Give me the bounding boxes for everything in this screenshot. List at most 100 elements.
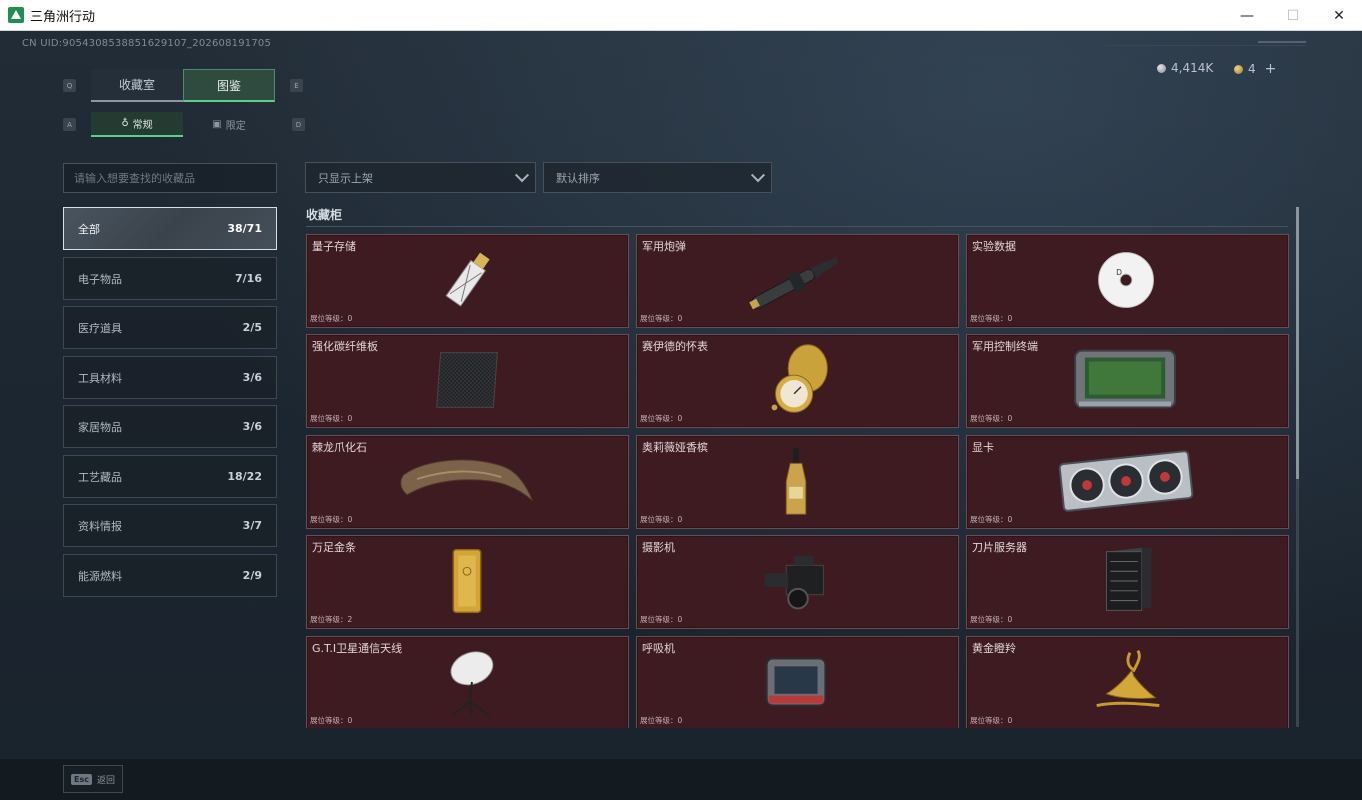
collection-card[interactable]: 军用炮弹 展位等级：0 (636, 234, 959, 328)
item-name: 显卡 (972, 441, 994, 454)
maximize-button[interactable]: ☐ (1270, 0, 1316, 31)
item-level: 展位等级：0 (970, 414, 1013, 423)
item-name: 黄金瞪羚 (972, 642, 1016, 655)
item-name: 刀片服务器 (972, 541, 1027, 554)
item-name: 实验数据 (972, 240, 1016, 253)
tab-label: 收藏室 (118, 78, 155, 92)
category-medical[interactable]: 医疗道具 2/5 (63, 306, 277, 349)
collection-card[interactable]: 军用控制终端 展位等级：0 (966, 334, 1289, 428)
add-currency-button[interactable]: + (1265, 61, 1277, 77)
display-filter-dropdown[interactable]: 只显示上架 (305, 162, 536, 193)
subtab-label: 限定 (225, 121, 246, 132)
item-name: 呼吸机 (642, 642, 675, 655)
item-level: 展位等级：0 (970, 314, 1013, 323)
esc-key-hint: Esc (71, 773, 92, 785)
collection-card[interactable]: 黄金瞪羚 展位等级：0 (966, 636, 1289, 728)
silver-amount: 4,414K (1171, 61, 1214, 75)
tab-collection-room[interactable]: 收藏室 (91, 69, 183, 102)
category-count: 2/9 (242, 569, 262, 582)
category-household[interactable]: 家居物品 3/6 (63, 405, 277, 448)
svg-text:D: D (1116, 268, 1122, 277)
key-hint-d: D (292, 118, 305, 131)
collection-card[interactable]: 量子存储 展位等级：0 (306, 234, 629, 328)
item-level: 展位等级：0 (310, 414, 353, 423)
item-level: 展位等级：0 (640, 414, 683, 423)
subtab-label: 常规 (132, 120, 153, 131)
key-hint-q: Q (63, 79, 76, 92)
category-label: 能源燃料 (78, 569, 122, 583)
tab-catalog[interactable]: 图鉴 (183, 69, 275, 102)
sort-dropdown[interactable]: 默认排序 (543, 162, 772, 193)
category-label: 家居物品 (78, 420, 122, 434)
limited-icon: ▣ (212, 119, 222, 130)
close-button[interactable]: ✕ (1316, 0, 1362, 31)
item-name: 棘龙爪化石 (312, 441, 367, 454)
item-level: 展位等级：0 (640, 314, 683, 323)
currency-gold: 4 + (1234, 61, 1276, 77)
key-hint-e: E (290, 79, 303, 92)
item-name: 赛伊德的怀表 (642, 340, 708, 353)
category-all[interactable]: 全部 38/71 (63, 207, 277, 250)
item-name: 奥莉薇娅香槟 (642, 441, 708, 454)
camera-icon (764, 555, 824, 610)
item-name: 万足金条 (312, 541, 356, 554)
item-name: 军用控制终端 (972, 340, 1038, 353)
dropdown-value: 默认排序 (556, 171, 600, 185)
category-tools[interactable]: 工具材料 3/6 (63, 356, 277, 399)
item-level: 展位等级：0 (640, 716, 683, 725)
search-input[interactable] (63, 163, 277, 193)
window-titlebar: 三角洲行动 — ☐ ✕ (0, 0, 1362, 31)
collection-card[interactable]: 棘龙爪化石 展位等级：0 (306, 435, 629, 529)
collection-card[interactable]: 奥莉薇娅香槟 展位等级：0 (636, 435, 959, 529)
collection-card[interactable]: 赛伊德的怀表 展位等级：0 (636, 334, 959, 428)
category-count: 7/16 (235, 272, 262, 285)
category-count: 3/6 (242, 420, 262, 433)
collection-card[interactable]: D 实验数据 展位等级：0 (966, 234, 1289, 328)
key-hint-a: A (63, 118, 76, 131)
window-controls: — ☐ ✕ (1224, 0, 1362, 31)
item-level: 展位等级：2 (310, 615, 353, 624)
collection-card[interactable]: 万足金条 展位等级：2 (306, 535, 629, 629)
category-electronics[interactable]: 电子物品 7/16 (63, 257, 277, 300)
scrollbar-thumb[interactable] (1296, 207, 1299, 479)
collection-card[interactable]: 摄影机 展位等级：0 (636, 535, 959, 629)
dropdown-value: 只显示上架 (318, 171, 373, 185)
category-energy[interactable]: 能源燃料 2/9 (63, 554, 277, 597)
item-name: 摄影机 (642, 541, 675, 554)
category-label: 资料情报 (78, 519, 122, 533)
collection-card[interactable]: 强化碳纤维板 展位等级：0 (306, 334, 629, 428)
category-count: 18/22 (227, 470, 262, 483)
subtab-regular[interactable]: ♁ 常规 (91, 112, 183, 137)
collection-card[interactable]: 显卡 展位等级：0 (966, 435, 1289, 529)
category-crafts[interactable]: 工艺藏品 18/22 (63, 455, 277, 498)
gold-coin-icon (1234, 64, 1243, 74)
silver-coin-icon (1157, 63, 1166, 73)
section-divider (306, 226, 1288, 227)
category-label: 工具材料 (78, 371, 122, 385)
collection-card[interactable]: G.T.I卫星通信天线 展位等级：0 (306, 636, 629, 728)
minimize-button[interactable]: — (1224, 0, 1270, 31)
section-title: 收藏柜 (306, 208, 343, 222)
currency-silver: 4,414K (1157, 61, 1213, 75)
category-label: 医疗道具 (78, 321, 122, 335)
item-level: 展位等级：0 (310, 515, 353, 524)
item-name: 军用炮弹 (642, 240, 686, 253)
collection-card[interactable]: 刀片服务器 展位等级：0 (966, 535, 1289, 629)
item-name: G.T.I卫星通信天线 (312, 642, 403, 655)
tab-label: 图鉴 (216, 78, 241, 93)
item-name: 强化碳纤维板 (312, 340, 378, 353)
bottom-bar (0, 759, 1362, 800)
back-button[interactable]: Esc 返回 (63, 765, 123, 793)
item-name: 量子存储 (312, 240, 356, 253)
category-intel[interactable]: 资料情报 3/7 (63, 504, 277, 547)
player-uid: CN UID:9054308538851629107_202608191705 (22, 38, 272, 49)
subtab-limited[interactable]: ▣ 限定 (183, 112, 275, 137)
category-count: 2/5 (242, 321, 262, 334)
item-level: 展位等级：0 (640, 615, 683, 624)
collection-card[interactable]: 呼吸机 展位等级：0 (636, 636, 959, 728)
item-level: 展位等级：0 (310, 314, 353, 323)
collection-grid: 量子存储 展位等级：0 军用炮弹 展位等级：0 D 实验数据 展位等级：0 强化… (305, 232, 1291, 728)
back-label: 返回 (96, 775, 115, 786)
item-level: 展位等级：0 (970, 716, 1013, 725)
top-divider-accent (1258, 41, 1306, 43)
